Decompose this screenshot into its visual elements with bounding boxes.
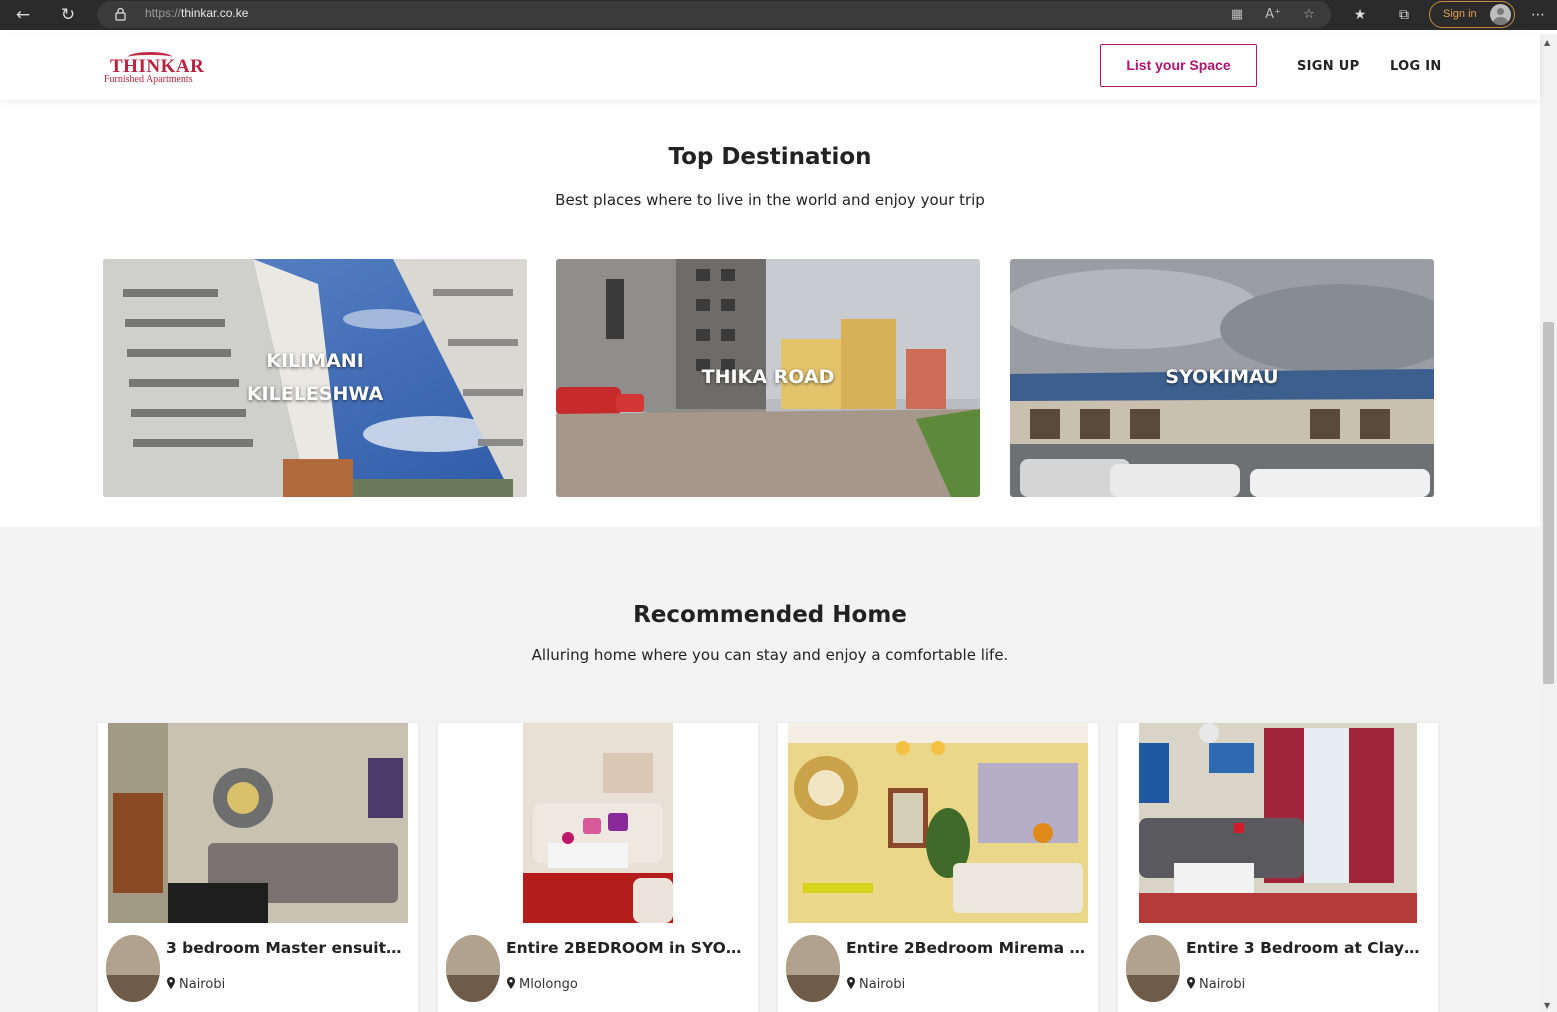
top-destination-title: Top Destination (668, 144, 872, 170)
login-link[interactable]: LOG IN (1390, 59, 1442, 74)
site-header: THINKAR Furnished Apartments List your S… (0, 34, 1540, 100)
destination-label-line2: KILELESHWA (246, 383, 384, 405)
home-card[interactable]: Entire 3 Bedroom at Claywor... Nairobi (1118, 723, 1438, 1012)
map-pin-icon (847, 977, 855, 989)
read-aloud-icon[interactable]: A⁺ (1263, 5, 1283, 25)
page-scrollbar[interactable]: ▲ ▼ (1540, 34, 1557, 1012)
destination-card-kilimani[interactable]: KILIMANI KILELESHWA (103, 259, 527, 497)
home-location-text: Nairobi (1199, 977, 1246, 992)
destination-label-line1: SYOKIMAU (1165, 366, 1279, 388)
home-location: Nairobi (166, 977, 225, 992)
top-destination-subtitle: Best places where to live in the world a… (555, 191, 985, 209)
lock-icon (115, 7, 126, 21)
home-location: Nairobi (1186, 977, 1245, 992)
host-avatar (446, 935, 500, 1002)
destination-label-line1: THIKA ROAD (701, 366, 835, 388)
profile-avatar-icon (1490, 4, 1511, 25)
home-location-text: Nairobi (859, 977, 906, 992)
home-photo (1139, 723, 1417, 923)
home-location: Nairobi (846, 977, 905, 992)
home-title[interactable]: Entire 2Bedroom Mirema Dri... (846, 939, 1090, 957)
address-bar[interactable]: https://thinkar.co.ke ▦ A⁺ ☆ (97, 1, 1331, 28)
home-card[interactable]: 3 bedroom Master ensuite lo... Nairobi (98, 723, 418, 1012)
back-arrow-icon[interactable]: ← (10, 3, 36, 27)
app-grid-icon[interactable]: ▦ (1227, 5, 1247, 25)
home-location: Mlolongo (506, 977, 578, 992)
logo-tagline: Furnished Apartments (104, 74, 193, 85)
refresh-icon[interactable]: ↻ (55, 3, 81, 27)
host-avatar (1126, 935, 1180, 1002)
url-text: https://thinkar.co.ke (145, 6, 249, 20)
host-avatar (106, 935, 160, 1002)
more-menu-icon[interactable]: ⋯ (1527, 4, 1549, 26)
browser-toolbar: ← ↻ https://thinkar.co.ke ▦ A⁺ ☆ ★ ⧉ Sig… (0, 0, 1557, 30)
home-title[interactable]: Entire 2BEDROOM in SYOKI... (506, 939, 750, 957)
map-pin-icon (507, 977, 515, 989)
home-location-text: Nairobi (179, 977, 226, 992)
home-photo (108, 723, 408, 923)
host-avatar (786, 935, 840, 1002)
home-location-text: Mlolongo (519, 977, 578, 992)
home-card[interactable]: Entire 2BEDROOM in SYOKI... Mlolongo (438, 723, 758, 1012)
home-photo (788, 723, 1088, 923)
favorites-icon[interactable]: ★ (1349, 4, 1371, 26)
signin-label: Sign in (1443, 8, 1477, 20)
destination-card-thika-road[interactable]: THIKA ROAD (556, 259, 980, 497)
map-pin-icon (1187, 977, 1195, 989)
home-title[interactable]: 3 bedroom Master ensuite lo... (166, 939, 410, 957)
top-destination-section: Top Destination Best places where to liv… (0, 100, 1540, 527)
signup-link[interactable]: SIGN UP (1297, 59, 1359, 74)
favorite-star-icon[interactable]: ☆ (1299, 5, 1319, 25)
recommended-subtitle: Alluring home where you can stay and enj… (531, 646, 1009, 664)
map-pin-icon (167, 977, 175, 989)
home-photo (523, 723, 673, 923)
destination-card-syokimau[interactable]: SYOKIMAU (1010, 259, 1434, 497)
scroll-down-icon[interactable]: ▼ (1544, 1001, 1550, 1010)
scroll-up-icon[interactable]: ▲ (1544, 38, 1550, 47)
destination-label-line1: KILIMANI (266, 350, 364, 372)
home-title[interactable]: Entire 3 Bedroom at Claywor... (1186, 939, 1430, 957)
list-your-space-button[interactable]: List your Space (1100, 44, 1257, 87)
thinkar-logo[interactable]: THINKAR Furnished Apartments (104, 52, 216, 86)
collections-icon[interactable]: ⧉ (1393, 4, 1415, 26)
scrollbar-thumb[interactable] (1543, 322, 1554, 684)
recommended-title: Recommended Home (633, 602, 907, 628)
recommended-home-section: Recommended Home Alluring home where you… (0, 527, 1540, 1012)
home-card[interactable]: Entire 2Bedroom Mirema Dri... Nairobi (778, 723, 1098, 1012)
browser-signin-button[interactable]: Sign in (1429, 1, 1515, 28)
